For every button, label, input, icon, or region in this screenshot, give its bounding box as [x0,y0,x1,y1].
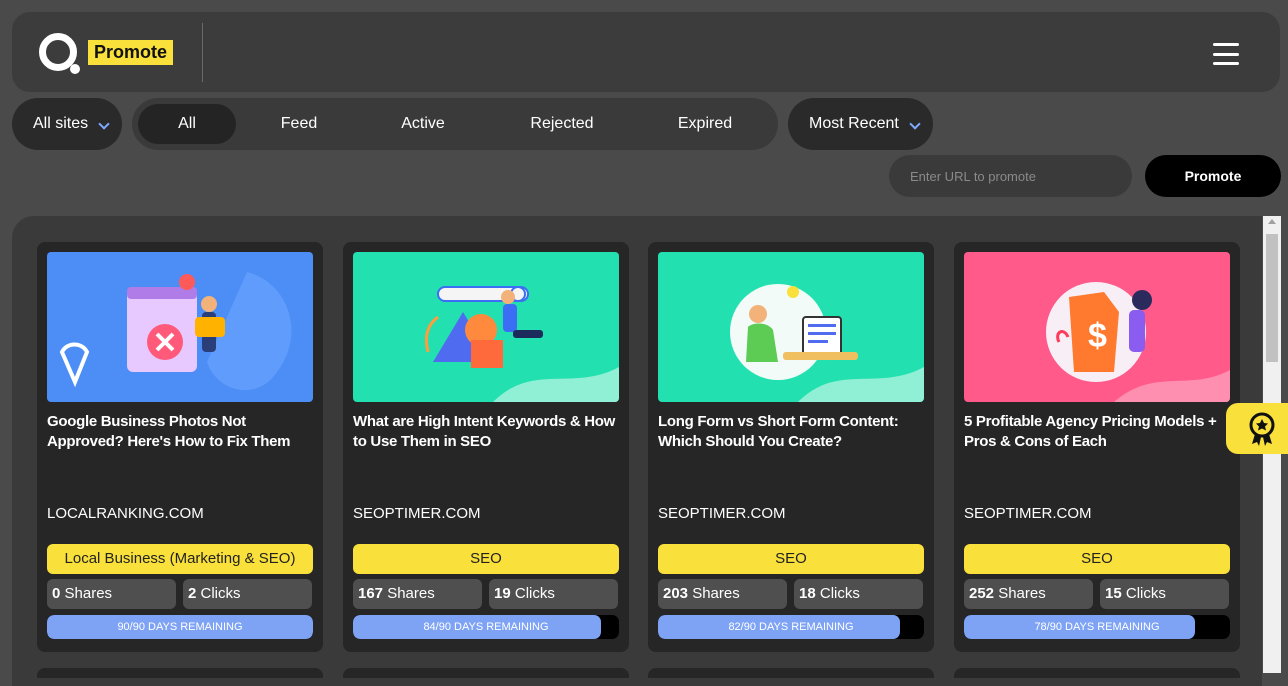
days-remaining-text: 78/90 DAYS REMAINING [1034,621,1160,633]
hamburger-menu-icon[interactable] [1213,43,1239,65]
post-thumbnail[interactable] [658,252,924,402]
all-sites-label: All sites [33,115,89,132]
logo-dot [70,64,80,74]
category-tag: SEO [658,544,924,574]
rewards-badge-button[interactable] [1226,403,1288,454]
post-card[interactable] [37,668,323,678]
days-remaining-text: 84/90 DAYS REMAINING [423,621,549,633]
clicks-stat: 19 Clicks [489,579,618,609]
post-domain: SEOPTIMER.COM [658,505,786,522]
post-thumbnail[interactable] [353,252,619,402]
days-remaining-text: 90/90 DAYS REMAINING [117,621,243,633]
clicks-stat: 2 Clicks [183,579,312,609]
svg-text:$: $ [1088,317,1107,355]
logo-label[interactable]: Promote [88,40,174,65]
post-title[interactable]: 5 Profitable Agency Pricing Models + Pro… [964,412,1230,452]
clicks-stat: 15 Clicks [1100,579,1229,609]
category-tag: SEO [353,544,619,574]
post-title[interactable]: Long Form vs Short Form Content: Which S… [658,412,924,452]
post-card[interactable]: Google Business Photos Not Approved? Her… [37,242,323,652]
scroll-up-arrow-icon[interactable] [1268,219,1276,224]
all-sites-dropdown[interactable]: All sites [12,98,122,150]
shares-stat: 167 Shares [353,579,482,609]
sort-label: Most Recent [809,115,899,132]
days-remaining-bar: 82/90 DAYS REMAINING [658,615,924,639]
tab-all[interactable]: All [138,104,236,144]
days-remaining-bar: 90/90 DAYS REMAINING [47,615,313,639]
days-remaining-bar: 84/90 DAYS REMAINING [353,615,619,639]
promote-url-input[interactable] [889,155,1132,197]
post-thumbnail[interactable] [47,252,313,402]
post-title[interactable]: What are High Intent Keywords & How to U… [353,412,619,452]
award-ribbon-icon [1249,412,1275,446]
post-title[interactable]: Google Business Photos Not Approved? Her… [47,412,313,452]
days-remaining-text: 82/90 DAYS REMAINING [728,621,854,633]
post-card[interactable] [648,668,934,678]
header-divider [202,23,203,82]
post-thumbnail[interactable]: $ [964,252,1230,402]
chevron-down-icon [98,118,110,130]
tab-rejected[interactable]: Rejected [507,104,617,144]
post-card[interactable] [343,668,629,678]
category-tag: SEO [964,544,1230,574]
chevron-down-icon [909,118,921,130]
shares-stat: 0 Shares [47,579,176,609]
sort-dropdown[interactable]: Most Recent [788,98,933,150]
scroll-thumb[interactable] [1266,234,1278,362]
tab-feed[interactable]: Feed [250,104,348,144]
top-header: Promote [12,12,1280,92]
post-card[interactable]: $ 5 Profitable Agency Pricing Models + P… [954,242,1240,652]
post-card[interactable] [954,668,1240,678]
post-domain: SEOPTIMER.COM [964,505,1092,522]
tab-active[interactable]: Active [374,104,472,144]
shares-stat: 252 Shares [964,579,1093,609]
post-domain: LOCALRANKING.COM [47,505,204,522]
status-tabs: All Feed Active Rejected Expired [132,98,778,150]
clicks-stat: 18 Clicks [794,579,923,609]
days-remaining-bar: 78/90 DAYS REMAINING [964,615,1230,639]
shares-stat: 203 Shares [658,579,787,609]
promote-button[interactable]: Promote [1145,155,1281,197]
category-tag: Local Business (Marketing & SEO) [47,544,313,574]
post-domain: SEOPTIMER.COM [353,505,481,522]
post-card[interactable]: Long Form vs Short Form Content: Which S… [648,242,934,652]
post-card[interactable]: What are High Intent Keywords & How to U… [343,242,629,652]
tab-expired[interactable]: Expired [650,104,760,144]
